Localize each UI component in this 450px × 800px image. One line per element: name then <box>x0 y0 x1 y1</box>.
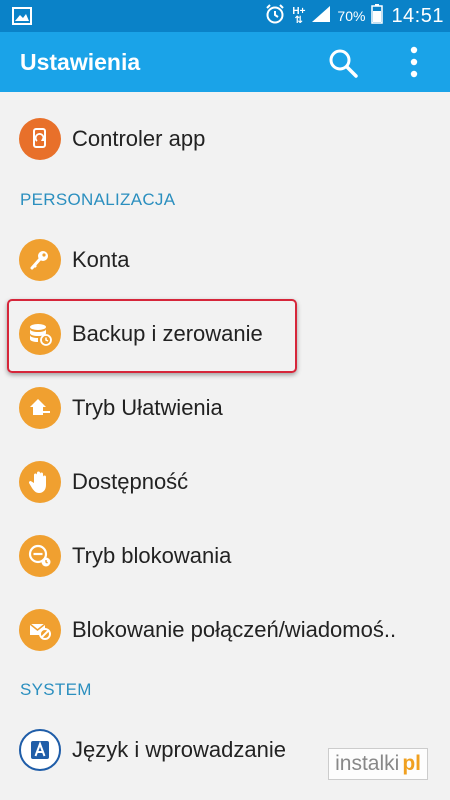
page-title: Ustawienia <box>20 49 141 75</box>
list-item-call-blocking[interactable]: Blokowanie połączeń/wiadomoś.. <box>0 594 450 666</box>
list-item-label: Dostępność <box>72 469 189 494</box>
alarm-icon <box>264 3 286 30</box>
app-bar: Ustawienia <box>0 32 450 92</box>
network-type: H+ ⇅ <box>292 6 306 26</box>
search-button[interactable] <box>326 46 360 80</box>
blocking-mode-icon <box>19 535 61 577</box>
signal-icon <box>311 5 331 28</box>
status-bar: H+ ⇅ 70% 14:51 <box>0 0 450 32</box>
key-icon <box>19 239 61 281</box>
call-block-icon <box>19 609 61 651</box>
list-item-konta[interactable]: Konta <box>0 224 450 296</box>
watermark-suffix: pl <box>402 752 421 775</box>
list-item-label: Tryb blokowania <box>72 543 232 568</box>
search-icon <box>329 49 358 78</box>
easy-mode-icon <box>19 387 61 429</box>
list-item-label: Blokowanie połączeń/wiadomoś.. <box>72 617 397 642</box>
list-item-accessibility[interactable]: Dostępność <box>0 446 450 518</box>
list-item-blocking-mode[interactable]: Tryb blokowania <box>0 520 450 592</box>
list-item-label: Konta <box>72 247 130 272</box>
battery-icon <box>371 3 384 29</box>
settings-list: Controler app PERSONALIZACJA Konta Backu… <box>0 92 450 800</box>
list-item-easy-mode[interactable]: Tryb Ułatwienia <box>0 372 450 444</box>
list-item-controler-app[interactable]: Controler app <box>0 103 450 175</box>
battery-percent: 70% <box>337 8 366 24</box>
section-header-system: SYSTEM <box>20 680 92 699</box>
language-icon <box>19 729 61 771</box>
watermark-text: instalki <box>335 752 400 775</box>
hand-icon <box>19 461 61 503</box>
section-header-personalization: PERSONALIZACJA <box>20 190 176 209</box>
list-item-label: Controler app <box>72 126 206 151</box>
highlight-frame <box>7 299 297 373</box>
more-vert-icon <box>410 46 418 78</box>
clock: 14:51 <box>391 4 444 27</box>
list-item-label: Tryb Ułatwienia <box>72 395 223 420</box>
watermark-logo: instalki pl <box>328 748 428 780</box>
gallery-notification-icon <box>12 7 32 30</box>
phone-sync-icon <box>19 118 61 160</box>
more-options-button[interactable] <box>400 44 428 80</box>
